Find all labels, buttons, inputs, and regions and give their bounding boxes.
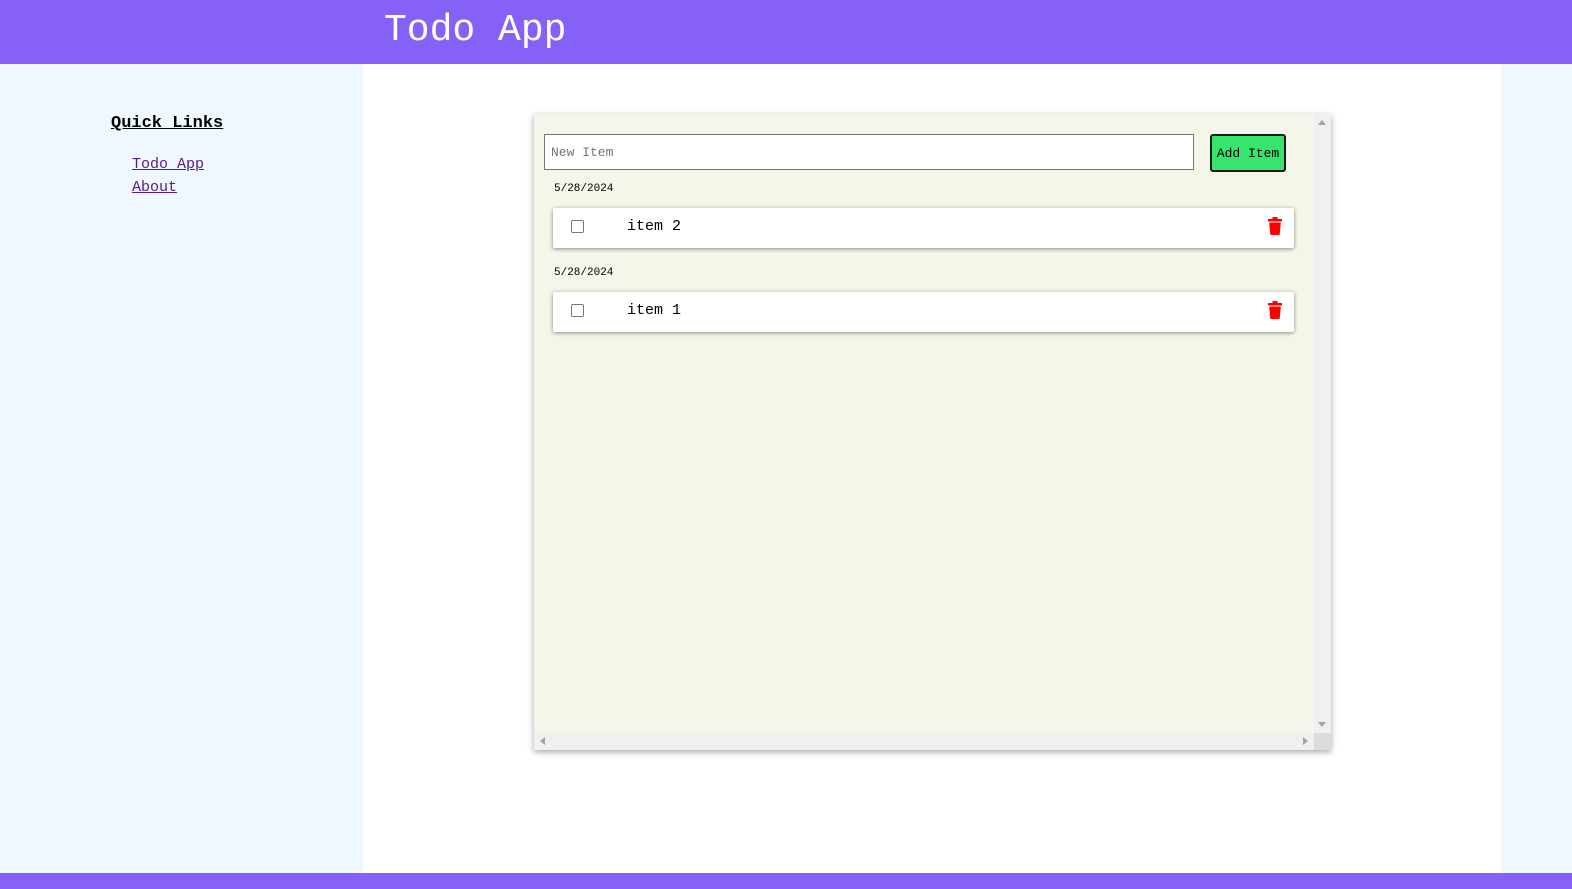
todo-item-text: item 2	[627, 218, 682, 235]
scroll-left-arrow-icon[interactable]	[540, 737, 545, 745]
scrollbar-corner	[1314, 733, 1331, 750]
sidebar-link-about[interactable]: About	[132, 176, 204, 199]
todo-date: 5/28/2024	[554, 183, 614, 195]
scroll-down-arrow-icon[interactable]	[1318, 722, 1326, 727]
trash-icon[interactable]	[1268, 301, 1282, 319]
scroll-right-arrow-icon[interactable]	[1303, 737, 1308, 745]
todo-checkbox[interactable]	[571, 304, 584, 317]
todo-checkbox[interactable]	[571, 220, 584, 233]
todo-panel: Add Item 5/28/2024 item 2 5/28/2024 item…	[534, 114, 1331, 750]
add-item-button[interactable]: Add Item	[1210, 134, 1286, 172]
todo-item: item 2	[553, 208, 1294, 248]
sidebar: Quick Links Todo App About	[0, 64, 363, 873]
right-margin	[1501, 64, 1572, 873]
todo-item: item 1	[553, 292, 1294, 332]
quick-links-list: Todo App About	[132, 153, 204, 199]
trash-icon[interactable]	[1268, 217, 1282, 235]
app-title: Todo App	[384, 9, 567, 52]
vertical-scrollbar[interactable]	[1314, 114, 1331, 733]
app-header: Todo App	[0, 0, 1572, 64]
sidebar-link-todo-app[interactable]: Todo App	[132, 153, 204, 176]
app-footer	[0, 873, 1572, 889]
new-item-input[interactable]	[544, 134, 1194, 170]
sidebar-title: Quick Links	[111, 114, 224, 133]
todo-item-text: item 1	[627, 302, 682, 319]
horizontal-scrollbar[interactable]	[534, 733, 1314, 750]
todo-date: 5/28/2024	[554, 267, 614, 279]
scroll-up-arrow-icon[interactable]	[1318, 120, 1326, 125]
